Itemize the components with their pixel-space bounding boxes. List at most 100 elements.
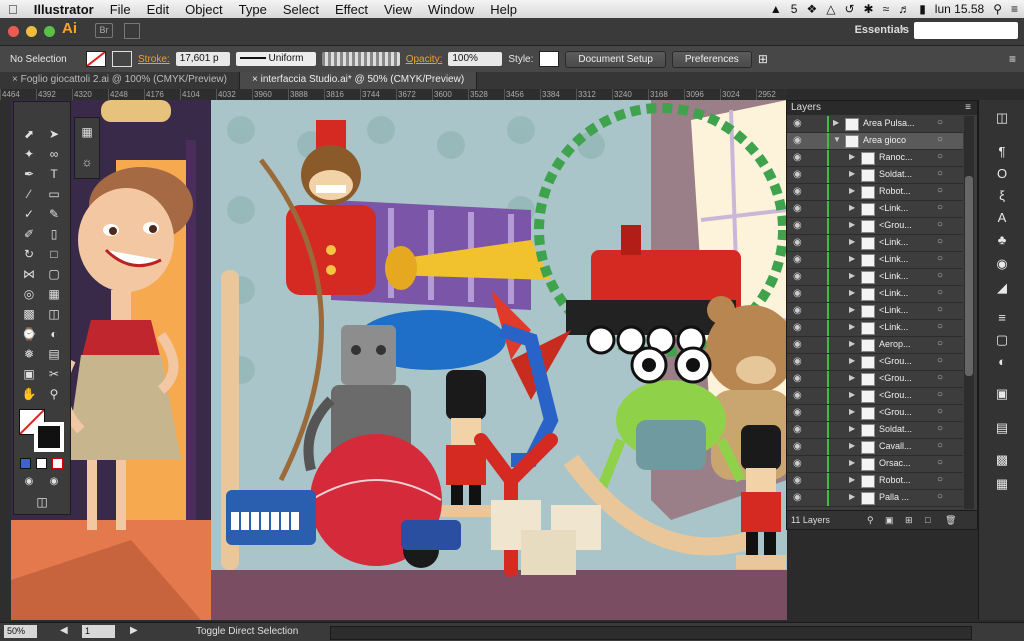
artboard-number-field[interactable]: 1 bbox=[82, 625, 115, 638]
screen-mode-icon[interactable]: ◫ bbox=[32, 494, 52, 510]
clipping-mask-icon[interactable]: ▣ bbox=[885, 511, 894, 529]
tab-interfaccia-studio[interactable]: × interfaccia Studio.ai* @ 50% (CMYK/Pre… bbox=[239, 72, 478, 89]
mesh-tool-icon[interactable]: ▩ bbox=[19, 306, 39, 322]
visibility-eye-icon[interactable]: ◉ bbox=[793, 118, 802, 129]
target-circle-icon[interactable]: ○ bbox=[937, 151, 943, 162]
visibility-eye-icon[interactable]: ◉ bbox=[793, 254, 802, 265]
target-circle-icon[interactable]: ○ bbox=[937, 270, 943, 281]
symbols-icon[interactable]: ♣ bbox=[993, 232, 1011, 248]
next-artboard-icon[interactable]: ▶ bbox=[130, 625, 138, 636]
layer-name[interactable]: Area Pulsa... bbox=[863, 118, 915, 128]
stroke-swatch[interactable] bbox=[112, 51, 132, 67]
layer-name[interactable]: <Link... bbox=[879, 254, 908, 264]
first-artboard-icon[interactable]: ◀ bbox=[60, 625, 68, 636]
zoom-level-field[interactable]: 50% bbox=[4, 625, 37, 638]
layer-row[interactable]: ◉ ▶ Robot... ○ bbox=[787, 184, 963, 201]
timemachine-icon[interactable]: ↺ bbox=[844, 2, 854, 16]
minimize-window-button[interactable] bbox=[26, 26, 37, 37]
visibility-eye-icon[interactable]: ◉ bbox=[793, 135, 802, 146]
battery-icon[interactable]: ▮ bbox=[919, 2, 926, 16]
layer-row[interactable]: ◉ ▶ Robot... ○ bbox=[787, 473, 963, 490]
align-options-icon[interactable]: ⊞ bbox=[758, 52, 768, 66]
layer-name[interactable]: <Grou... bbox=[879, 373, 912, 383]
visibility-eye-icon[interactable]: ◉ bbox=[793, 169, 802, 180]
chevron-right-icon[interactable]: ▶ bbox=[849, 373, 855, 382]
target-circle-icon[interactable]: ○ bbox=[937, 202, 943, 213]
blob-brush-tool-icon[interactable]: ✐ bbox=[19, 226, 39, 242]
draw-behind-icon[interactable]: ◉ bbox=[44, 474, 64, 490]
chevron-right-icon[interactable]: ▶ bbox=[849, 186, 855, 195]
layer-name[interactable]: Cavall... bbox=[879, 441, 912, 451]
layer-row[interactable]: ◉ ▶ <Link... ○ bbox=[787, 320, 963, 337]
notification-icon[interactable]: ≡ bbox=[1011, 2, 1018, 16]
stroke-weight-field[interactable]: 17,601 p bbox=[175, 52, 230, 66]
clock[interactable]: lun 15.58 bbox=[935, 2, 984, 16]
layer-row[interactable]: ◉ ▶ <Grou... ○ bbox=[787, 405, 963, 422]
layer-name[interactable]: <Link... bbox=[879, 237, 908, 247]
eraser-tool-icon[interactable]: ▯ bbox=[44, 226, 64, 242]
chevron-right-icon[interactable]: ▶ bbox=[849, 339, 855, 348]
apple-icon[interactable]:  bbox=[0, 2, 26, 17]
chevron-right-icon[interactable]: ▶ bbox=[849, 288, 855, 297]
layer-name[interactable]: <Link... bbox=[879, 305, 908, 315]
chevron-right-icon[interactable]: ▶ bbox=[849, 305, 855, 314]
layer-name[interactable]: <Link... bbox=[879, 203, 908, 213]
stroke-profile-dropdown[interactable]: Uniform bbox=[235, 52, 316, 66]
target-circle-icon[interactable]: ○ bbox=[937, 355, 943, 366]
layer-row[interactable]: ◉ ▶ <Link... ○ bbox=[787, 235, 963, 252]
eyedropper-tool-icon[interactable]: ⌚ bbox=[19, 326, 39, 342]
target-circle-icon[interactable]: ○ bbox=[937, 491, 943, 502]
layer-row[interactable]: ◉ ▶ <Link... ○ bbox=[787, 303, 963, 320]
new-layer-icon[interactable]: □ bbox=[925, 511, 930, 529]
stroke-panel-icon[interactable]: ≡ bbox=[993, 310, 1011, 326]
rectangle-tool-icon[interactable]: ▭ bbox=[44, 186, 64, 202]
symbol-sprayer-tool-icon[interactable]: ❅ bbox=[19, 346, 39, 362]
visibility-eye-icon[interactable]: ◉ bbox=[793, 441, 802, 452]
layer-name[interactable]: <Grou... bbox=[879, 407, 912, 417]
layer-row[interactable]: ◉ ▶ Aerop... ○ bbox=[787, 337, 963, 354]
chevron-right-icon[interactable]: ▶ bbox=[849, 271, 855, 280]
chevron-right-icon[interactable]: ▶ bbox=[849, 407, 855, 416]
gradient-panel-icon[interactable]: ▢ bbox=[993, 332, 1011, 348]
target-circle-icon[interactable]: ○ bbox=[937, 406, 943, 417]
visibility-eye-icon[interactable]: ◉ bbox=[793, 305, 802, 316]
swatches-icon[interactable]: ◉ bbox=[993, 256, 1011, 272]
free-transform-tool-icon[interactable]: ▢ bbox=[44, 266, 64, 282]
layer-row[interactable]: ◉ ▼ Area gioco ○ bbox=[787, 133, 963, 150]
artboard-tool-icon[interactable]: ▣ bbox=[19, 366, 39, 382]
layer-row[interactable]: ◉ ▶ <Link... ○ bbox=[787, 201, 963, 218]
artwork[interactable] bbox=[11, 100, 787, 620]
layer-name[interactable]: Robot... bbox=[879, 475, 911, 485]
direct-selection-tool-icon[interactable]: ➤ bbox=[44, 126, 64, 142]
visibility-eye-icon[interactable]: ◉ bbox=[793, 407, 802, 418]
menu-edit[interactable]: Edit bbox=[139, 2, 177, 17]
width-tool-icon[interactable]: ⋈ bbox=[19, 266, 39, 282]
tab-foglio-giocattoli[interactable]: × Foglio giocattoli 2.ai @ 100% (CMYK/Pr… bbox=[0, 72, 240, 89]
stroke-label[interactable]: Stroke: bbox=[138, 54, 170, 65]
chevron-right-icon[interactable]: ▶ bbox=[849, 254, 855, 263]
wifi-icon[interactable]: ≈ bbox=[883, 2, 890, 16]
visibility-eye-icon[interactable]: ◉ bbox=[793, 220, 802, 231]
layer-name[interactable]: Soldat... bbox=[879, 169, 912, 179]
hand-tool-icon[interactable]: ✋ bbox=[19, 386, 39, 402]
close-window-button[interactable] bbox=[8, 26, 19, 37]
glyphs-icon[interactable]: O bbox=[993, 166, 1011, 182]
opacity-field[interactable]: 100% bbox=[448, 52, 503, 66]
opentype-icon[interactable]: ξ bbox=[993, 188, 1011, 204]
color-mode-icon[interactable] bbox=[20, 458, 31, 469]
chevron-right-icon[interactable]: ▶ bbox=[849, 152, 855, 161]
chevron-right-icon[interactable]: ▶ bbox=[849, 441, 855, 450]
transform-icon[interactable]: ▦ bbox=[993, 476, 1011, 492]
gradient-tool-icon[interactable]: ◫ bbox=[44, 306, 64, 322]
menu-help[interactable]: Help bbox=[482, 2, 525, 17]
adobe-icon[interactable]: ▲ bbox=[770, 2, 782, 16]
brightness-panel-icon[interactable]: ☼ bbox=[77, 154, 97, 170]
blend-tool-icon[interactable]: ◐ bbox=[44, 326, 64, 342]
chevron-right-icon[interactable]: ▶ bbox=[849, 237, 855, 246]
visibility-eye-icon[interactable]: ◉ bbox=[793, 152, 802, 163]
target-circle-icon[interactable]: ○ bbox=[937, 423, 943, 434]
visibility-eye-icon[interactable]: ◉ bbox=[793, 475, 802, 486]
target-circle-icon[interactable]: ○ bbox=[937, 457, 943, 468]
rotate-tool-icon[interactable]: ↻ bbox=[19, 246, 39, 262]
visibility-eye-icon[interactable]: ◉ bbox=[793, 288, 802, 299]
